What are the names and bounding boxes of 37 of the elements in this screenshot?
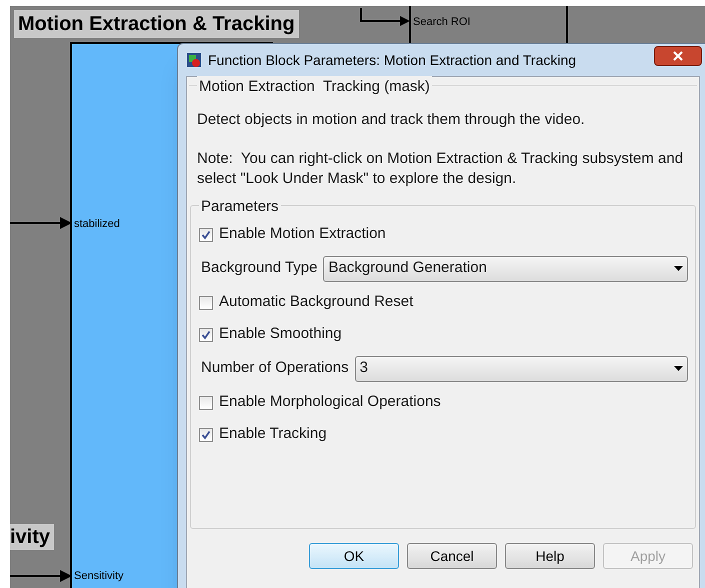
checkbox-label[interactable]: Enable Tracking bbox=[219, 423, 327, 446]
checkbox[interactable] bbox=[199, 328, 213, 342]
dropdown-value: 3 bbox=[360, 358, 368, 378]
checkbox-label[interactable]: Automatic Background Reset bbox=[219, 291, 414, 314]
block-title: ivity bbox=[10, 524, 54, 550]
signal-arrow bbox=[10, 216, 72, 230]
block-edge bbox=[409, 6, 411, 46]
checkbox-label[interactable]: Enable Smoothing bbox=[219, 323, 342, 346]
checkbox[interactable] bbox=[199, 296, 213, 310]
port-label: Sensitivity bbox=[74, 569, 124, 584]
field-label: Background Type bbox=[201, 258, 318, 278]
subsystem-title: Motion Extraction & Tracking bbox=[14, 10, 299, 38]
close-icon bbox=[673, 51, 683, 61]
description-text: Detect objects in motion and track them through the video. bbox=[197, 110, 586, 130]
window-title: Function Block Parameters: Motion Extraction and Tracking bbox=[208, 50, 576, 70]
checkbox[interactable] bbox=[199, 228, 213, 242]
dropdown-value: Background Generation bbox=[328, 258, 487, 278]
port-label: stabilized bbox=[74, 217, 120, 232]
dialog-button[interactable]: Help bbox=[505, 543, 595, 569]
checkbox[interactable] bbox=[199, 428, 213, 442]
port-label: Search ROI bbox=[413, 15, 470, 30]
checkbox[interactable] bbox=[199, 396, 213, 410]
dropdown[interactable]: 3 bbox=[354, 356, 688, 382]
caret-icon bbox=[674, 366, 683, 371]
caret-icon bbox=[674, 266, 683, 271]
field-label: Number of Operations bbox=[201, 358, 349, 378]
signal-arrow bbox=[10, 569, 72, 583]
signal-arrow bbox=[360, 8, 410, 28]
dropdown[interactable]: Background Generation bbox=[323, 256, 688, 282]
close-button[interactable] bbox=[654, 46, 702, 66]
dialog-button[interactable]: Cancel bbox=[407, 543, 497, 569]
block-edge bbox=[566, 6, 568, 46]
checkbox-label[interactable]: Enable Morphological Operations bbox=[219, 391, 441, 414]
checkbox-label[interactable]: Enable Motion Extraction bbox=[219, 223, 386, 246]
note-text: Note: You can right-click on Motion Extraction & Tracking subsystem and select "Look Under Mask" to explore the design. bbox=[197, 149, 684, 189]
dialog-button[interactable]: OK bbox=[309, 543, 399, 569]
app-icon bbox=[186, 52, 202, 68]
